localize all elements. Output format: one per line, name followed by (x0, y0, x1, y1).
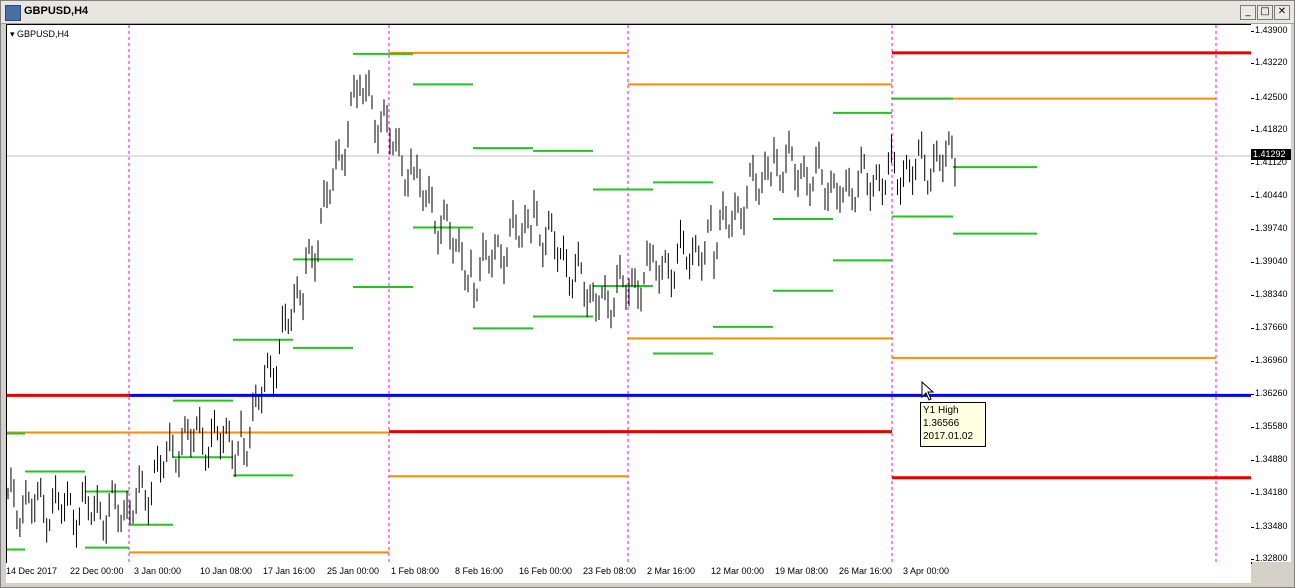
price-tick (1251, 559, 1254, 560)
time-tick-label: 14 Dec 2017 (6, 566, 58, 576)
time-tick-label: 25 Jan 00:00 (327, 566, 380, 576)
time-tick-label: 22 Dec 00:00 (70, 566, 124, 576)
tooltip-level-name: Y1 High (923, 405, 959, 416)
price-tick (1251, 526, 1254, 528)
mouse-cursor-icon (921, 381, 935, 401)
price-tick-label: 1.38340 (1255, 289, 1288, 300)
price-tick (1251, 493, 1254, 495)
price-tick-label: 1.36260 (1255, 388, 1288, 399)
tooltip-level-price: 1.36566 (923, 418, 960, 429)
price-tick-label: 1.43900 (1255, 25, 1288, 35)
time-tick-label: 12 Mar 00:00 (711, 566, 765, 576)
price-tick (1251, 295, 1254, 297)
current-price-badge: 1.41292 (1251, 149, 1291, 161)
chart-symbol-label: ▾ GBPUSD,H4 (10, 29, 69, 40)
time-tick-label: 17 Jan 16:00 (263, 566, 316, 576)
title-bar[interactable]: GBPUSD,H4 _ □ ✕ (1, 1, 1294, 24)
price-tick (1251, 327, 1254, 329)
price-tick-label: 1.35580 (1255, 420, 1288, 431)
price-tick (1251, 228, 1254, 230)
price-tick-label: 1.40440 (1255, 189, 1288, 200)
level-tooltip: Y1 High 1.36566 2017.01.02 (920, 402, 986, 447)
price-tick-label: 1.36960 (1255, 355, 1288, 366)
time-tick-label: 26 Mar 16:00 (839, 566, 893, 576)
chart-canvas[interactable] (6, 24, 1252, 564)
price-tick-label: 1.43220 (1255, 57, 1288, 68)
price-tick-label: 1.39740 (1255, 222, 1288, 233)
price-tick (1251, 195, 1254, 197)
time-tick-label: 8 Feb 16:00 (455, 566, 504, 576)
time-tick-label: 1 Feb 08:00 (391, 566, 440, 576)
time-tick-label: 3 Apr 00:00 (903, 566, 950, 576)
maximize-button[interactable]: □ (1257, 5, 1273, 20)
price-tick (1251, 262, 1254, 264)
price-tick-label: 1.41820 (1255, 123, 1288, 134)
app-icon (5, 5, 21, 21)
chart-symbol-text: GBPUSD,H4 (17, 29, 70, 39)
price-chart[interactable] (7, 25, 1251, 563)
price-tick-label: 1.39040 (1255, 256, 1288, 267)
chart-dropdown-icon[interactable]: ▾ (10, 29, 15, 39)
minimize-button[interactable]: _ (1240, 5, 1256, 20)
close-button[interactable]: ✕ (1274, 5, 1290, 20)
price-tick (1251, 394, 1254, 396)
price-tick (1251, 63, 1254, 65)
time-tick-label: 16 Feb 00:00 (519, 566, 573, 576)
price-axis[interactable]: 1.43900 1.43220 1.42500 1.41820 1.41120 1.404… (1251, 24, 1291, 563)
price-tick-label: 1.42500 (1255, 91, 1288, 102)
price-tick (1251, 163, 1254, 165)
time-tick-label: 3 Jan 00:00 (134, 566, 182, 576)
time-tick-label: 2 Mar 16:00 (647, 566, 696, 576)
time-tick-label: 19 Mar 08:00 (775, 566, 829, 576)
price-tick (1251, 97, 1254, 99)
time-tick-label: 23 Feb 08:00 (583, 566, 637, 576)
window-title: GBPUSD,H4 (24, 5, 89, 17)
price-tick-label: 1.33480 (1255, 520, 1288, 531)
tooltip-level-date: 2017.01.02 (923, 431, 974, 442)
price-tick-label: 1.34880 (1255, 454, 1288, 465)
price-tick-label: 1.32800 (1255, 553, 1288, 563)
price-tick-label: 1.34180 (1255, 487, 1288, 498)
price-tick (1251, 31, 1254, 32)
price-tick (1251, 426, 1254, 428)
time-tick-label: 10 Jan 08:00 (200, 566, 253, 576)
price-tick (1251, 361, 1254, 363)
price-tick (1251, 129, 1254, 131)
price-tick-label: 1.37660 (1255, 321, 1288, 332)
price-tick (1251, 460, 1254, 462)
